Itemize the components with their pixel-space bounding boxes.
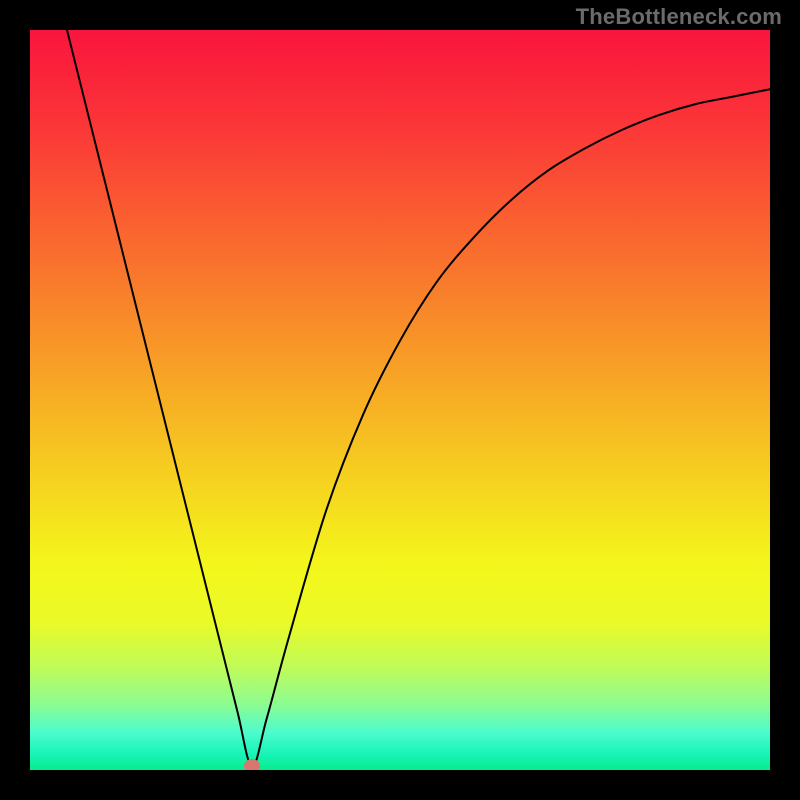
curve-layer [30, 30, 770, 770]
bottleneck-curve [67, 30, 770, 766]
watermark-text: TheBottleneck.com [576, 4, 782, 30]
optimum-marker [244, 759, 260, 770]
chart-frame: TheBottleneck.com [0, 0, 800, 800]
plot-area [30, 30, 770, 770]
